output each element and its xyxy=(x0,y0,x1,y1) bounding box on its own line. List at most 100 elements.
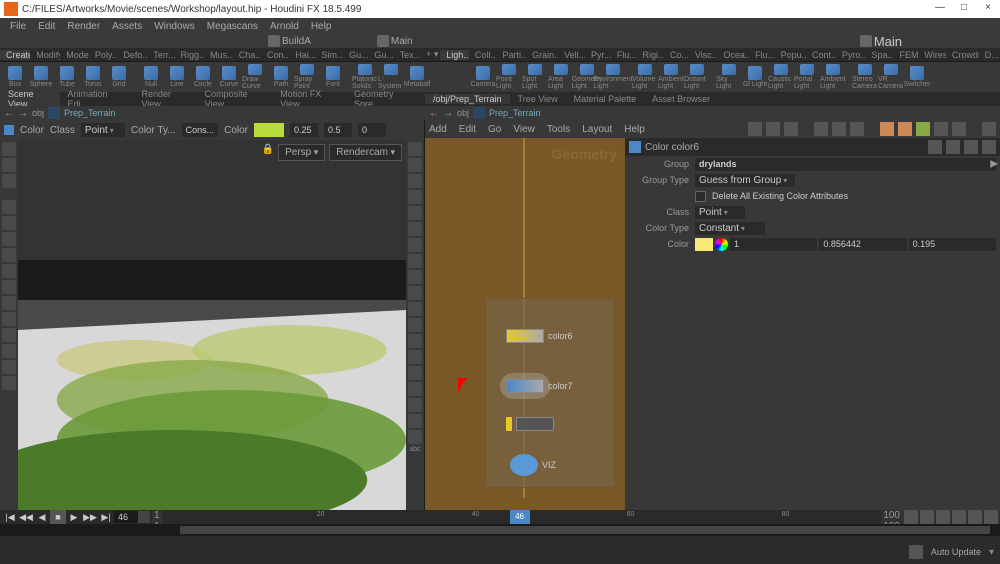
tool-envlight[interactable]: Environment Light xyxy=(600,64,626,90)
net-icon[interactable] xyxy=(934,122,948,136)
color-g[interactable]: 0.5 xyxy=(324,123,352,137)
colortype-field[interactable]: Constant▾ xyxy=(695,222,765,235)
tool-portallight[interactable]: Portal Light xyxy=(794,64,820,90)
node-color6[interactable]: color6 xyxy=(506,329,573,343)
vp-tool[interactable] xyxy=(2,142,16,156)
tool-distlight[interactable]: Distant Light xyxy=(684,64,710,90)
key-icon[interactable] xyxy=(138,511,150,523)
color-swatch[interactable] xyxy=(695,238,713,251)
tab-treeview[interactable]: Tree View xyxy=(510,94,566,104)
shelf-tab[interactable]: Pyr... xyxy=(585,50,611,60)
nm-edit[interactable]: Edit xyxy=(459,124,476,135)
net-icon[interactable] xyxy=(880,122,894,136)
group-picker-icon[interactable]: ▶ xyxy=(990,159,998,170)
vp-tool[interactable] xyxy=(408,414,422,428)
vp-tool[interactable] xyxy=(408,382,422,396)
help-icon[interactable] xyxy=(964,140,978,154)
shelf-tab[interactable]: Gu... xyxy=(343,50,368,60)
tl-icon[interactable] xyxy=(968,510,982,524)
tool-stereocam[interactable]: Stereo Camera xyxy=(852,64,878,90)
gear-icon[interactable] xyxy=(928,140,942,154)
shelf-tab[interactable]: Spa... xyxy=(866,50,894,60)
tool-font[interactable]: Font xyxy=(320,64,346,90)
desktop-builda[interactable]: BuildA xyxy=(282,36,311,47)
vp-tool[interactable] xyxy=(408,174,422,188)
shelf-tab[interactable]: Defo... xyxy=(117,50,147,60)
vp-tool[interactable] xyxy=(2,296,16,310)
vp-tool[interactable] xyxy=(408,302,422,316)
class-field[interactable]: Point▾ xyxy=(695,206,745,219)
shelf-tab[interactable]: Popu... xyxy=(775,50,806,60)
last-frame-button[interactable]: ▶| xyxy=(98,510,114,524)
vp-tool[interactable] xyxy=(408,238,422,252)
playhead[interactable]: 46 xyxy=(510,510,530,524)
shelf-tab[interactable]: Gu... xyxy=(368,50,393,60)
color-r[interactable]: 0.25 xyxy=(290,123,318,137)
tool-camera[interactable]: Camera xyxy=(470,64,496,90)
vp-tool[interactable] xyxy=(408,222,422,236)
tool-torus[interactable]: Torus xyxy=(80,64,106,90)
shelf-tab[interactable]: Vell... xyxy=(558,50,585,60)
shelf-tab-lights[interactable]: Ligh... xyxy=(440,50,469,60)
shelf-tab[interactable]: Flu... xyxy=(749,50,775,60)
menu-file[interactable]: File xyxy=(4,21,32,32)
color-b[interactable]: 0 xyxy=(358,123,386,137)
timeline-track[interactable]: 46 20 40 60 80 xyxy=(162,510,882,524)
vp-tool[interactable] xyxy=(2,328,16,342)
path-obj[interactable]: obj xyxy=(32,108,44,118)
lock-icon[interactable]: 🔒 xyxy=(262,144,274,161)
network-canvas[interactable]: Geometry color6 color7 VIZ xyxy=(425,138,625,510)
shelf-tab[interactable]: Grain... xyxy=(526,50,558,60)
shelf-tab[interactable]: Co... xyxy=(664,50,689,60)
viewport-3d[interactable]: 🔒 Persp ▾ Rendercam ▾ xyxy=(18,140,406,510)
vp-tool[interactable] xyxy=(408,142,422,156)
vp-tool[interactable] xyxy=(408,430,422,444)
shelf-tab[interactable]: Flu... xyxy=(611,50,637,60)
menu-windows[interactable]: Windows xyxy=(148,21,201,32)
vp-tool[interactable] xyxy=(408,158,422,172)
tool-circle[interactable]: Circle xyxy=(190,64,216,90)
tl-icon[interactable] xyxy=(936,510,950,524)
path-node[interactable]: Prep_Terrain xyxy=(489,108,541,118)
timeline-scrollbar[interactable] xyxy=(0,524,1000,536)
group-field[interactable]: drylands xyxy=(695,158,996,171)
desktop-main1[interactable]: Main xyxy=(391,36,413,47)
shelf-tab[interactable]: Mus... xyxy=(204,50,233,60)
tool-drawcurve[interactable]: Draw Curve xyxy=(242,64,268,90)
shelf-tab[interactable]: Tex... xyxy=(394,50,421,60)
vp-tool[interactable] xyxy=(408,366,422,380)
nm-layout[interactable]: Layout xyxy=(582,124,612,135)
shelf-tab[interactable]: Poly... xyxy=(89,50,117,60)
camera-persp[interactable]: Persp ▾ xyxy=(278,144,325,161)
node-viz[interactable]: VIZ xyxy=(510,454,556,476)
tool-vrcam[interactable]: VR Camera xyxy=(878,64,904,90)
net-icon[interactable] xyxy=(850,122,864,136)
shelf-add[interactable]: + ▾ xyxy=(420,49,440,60)
auto-update-label[interactable]: Auto Update xyxy=(931,547,981,557)
menu-edit[interactable]: Edit xyxy=(32,21,61,32)
tool-line[interactable]: Line xyxy=(164,64,190,90)
net-icon[interactable] xyxy=(916,122,930,136)
color-r-field[interactable]: 1 xyxy=(730,238,817,251)
vp-tool[interactable] xyxy=(2,312,16,326)
menu-render[interactable]: Render xyxy=(61,21,106,32)
node-body[interactable] xyxy=(516,417,554,431)
tab-assetbrowser[interactable]: Asset Browser xyxy=(644,94,718,104)
vp-tool[interactable] xyxy=(2,376,16,390)
shelf-tab[interactable]: Model xyxy=(60,50,89,60)
tool-sphere[interactable]: Sphere xyxy=(28,64,54,90)
current-frame[interactable]: 46 xyxy=(114,511,138,523)
shelf-tab[interactable]: Crowds xyxy=(946,50,979,60)
net-icon[interactable] xyxy=(766,122,780,136)
nm-add[interactable]: Add xyxy=(429,124,447,135)
vp-tool[interactable] xyxy=(408,270,422,284)
vp-tool[interactable] xyxy=(408,350,422,364)
vp-tool[interactable] xyxy=(2,360,16,374)
vp-tool[interactable] xyxy=(408,318,422,332)
shelf-tab[interactable]: Con... xyxy=(261,50,289,60)
menu-arnold[interactable]: Arnold xyxy=(264,21,305,32)
tl-icon[interactable] xyxy=(920,510,934,524)
node-body[interactable] xyxy=(506,379,544,393)
minimize-button[interactable]: — xyxy=(932,2,948,16)
first-frame-button[interactable]: |◀ xyxy=(2,510,18,524)
